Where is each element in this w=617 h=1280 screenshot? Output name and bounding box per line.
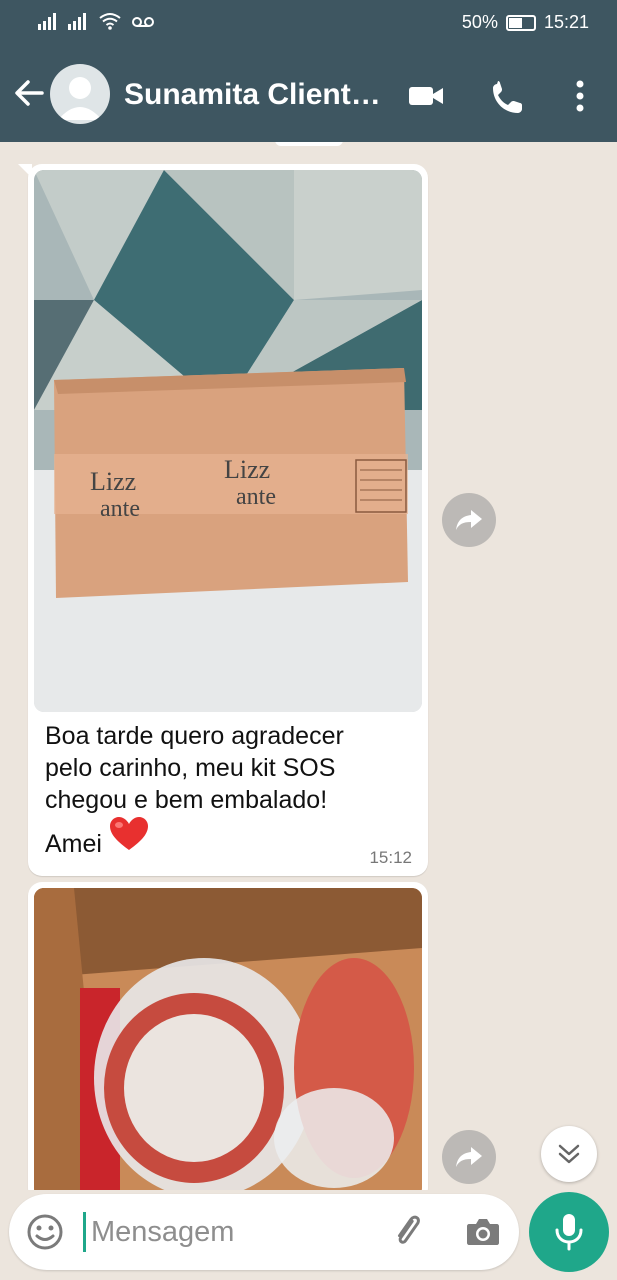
chat-header: Sunamita Cliente… bbox=[0, 48, 617, 142]
message-bubble[interactable]: Lizz ante Lizz ante Boa tarde quero agra… bbox=[18, 164, 428, 876]
forward-icon bbox=[456, 510, 482, 530]
emoji-icon[interactable] bbox=[25, 1212, 65, 1252]
default-avatar-icon bbox=[58, 77, 102, 120]
status-icons-left bbox=[38, 12, 154, 30]
video-call-icon[interactable] bbox=[406, 76, 446, 116]
back-arrow-icon[interactable] bbox=[12, 76, 46, 110]
phone-call-icon[interactable] bbox=[488, 76, 528, 116]
svg-text:ante: ante bbox=[100, 496, 140, 522]
status-bar: 50% 15:21 bbox=[0, 0, 617, 48]
message-text: Boa tarde quero agradecer pelo carinho, … bbox=[45, 720, 411, 860]
battery-percent: 50% bbox=[461, 12, 498, 32]
camera-icon[interactable] bbox=[463, 1212, 503, 1252]
forward-button[interactable] bbox=[442, 493, 496, 547]
message-line: Boa tarde quero agradecer bbox=[45, 722, 344, 750]
products-photo-image bbox=[34, 888, 422, 1190]
message-input[interactable] bbox=[91, 1206, 381, 1258]
contact-name[interactable]: Sunamita Cliente… bbox=[124, 78, 392, 112]
voice-message-button[interactable] bbox=[529, 1192, 609, 1272]
cardboard-box-photo[interactable]: Lizz ante Lizz ante bbox=[34, 170, 422, 712]
message-bubble[interactable] bbox=[28, 882, 428, 1190]
scroll-to-bottom-button[interactable] bbox=[541, 1126, 597, 1182]
clock: 15:21 bbox=[543, 12, 589, 32]
svg-text:ante: ante bbox=[236, 484, 276, 510]
microphone-icon bbox=[555, 1214, 583, 1251]
message-line-text: Amei bbox=[45, 830, 102, 858]
bubble-tail bbox=[18, 164, 32, 178]
svg-text:Lizz: Lizz bbox=[224, 455, 270, 484]
box-photo-image: Lizz ante Lizz ante bbox=[34, 170, 422, 712]
message-time: 15:12 bbox=[369, 848, 412, 867]
battery-icon bbox=[505, 14, 536, 31]
open-box-products-photo[interactable] bbox=[34, 888, 422, 1190]
double-chevron-down-icon bbox=[558, 1144, 580, 1164]
avatar[interactable] bbox=[50, 64, 110, 124]
more-options-icon[interactable] bbox=[560, 76, 600, 116]
svg-text:Lizz: Lizz bbox=[90, 467, 136, 496]
voicemail-icon bbox=[132, 17, 154, 27]
message-composer bbox=[9, 1194, 519, 1270]
red-heart-icon bbox=[109, 817, 148, 850]
forward-button[interactable] bbox=[442, 1130, 496, 1184]
wifi-icon bbox=[99, 13, 121, 30]
status-icons-right: 50% 15:21 bbox=[462, 12, 589, 33]
message-line: pelo carinho, meu kit SOS bbox=[45, 754, 336, 782]
signal-icon bbox=[38, 13, 56, 30]
text-cursor bbox=[83, 1212, 86, 1252]
date-pill bbox=[275, 142, 343, 146]
forward-icon bbox=[456, 1147, 482, 1167]
signal-icon-2 bbox=[68, 13, 86, 30]
message-line: chegou e bem embalado! bbox=[45, 786, 328, 814]
chat-area[interactable]: Lizz ante Lizz ante Boa tarde quero agra… bbox=[0, 142, 617, 1190]
message-line: Amei bbox=[45, 816, 411, 860]
attach-icon[interactable] bbox=[389, 1212, 429, 1252]
